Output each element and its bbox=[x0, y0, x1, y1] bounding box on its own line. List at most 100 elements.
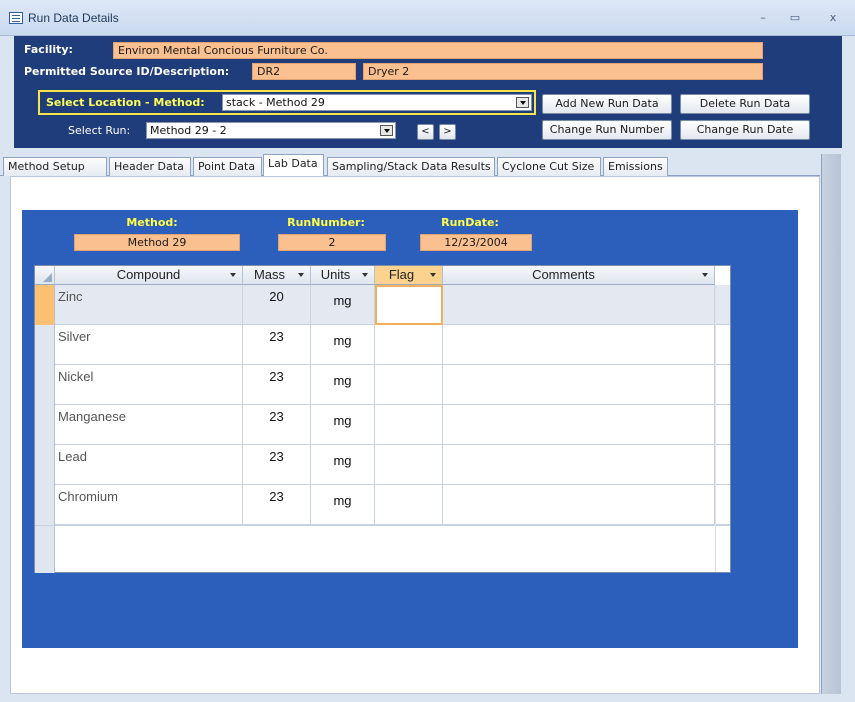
tab-method-setup[interactable]: Method Setup bbox=[3, 157, 107, 176]
form-icon bbox=[9, 12, 23, 24]
flag-cell[interactable] bbox=[375, 485, 443, 525]
next-run-button[interactable]: > bbox=[439, 124, 456, 140]
column-dropdown-icon[interactable] bbox=[430, 273, 436, 277]
mass-cell[interactable]: 23 bbox=[243, 405, 311, 445]
comments-cell[interactable] bbox=[443, 325, 715, 365]
new-record-row[interactable] bbox=[35, 525, 730, 573]
column-dropdown-icon[interactable] bbox=[702, 273, 708, 277]
mass-cell[interactable]: 23 bbox=[243, 445, 311, 485]
comments-cell[interactable] bbox=[443, 285, 715, 325]
method-label: Method: bbox=[126, 216, 178, 229]
record-selector[interactable] bbox=[35, 485, 55, 525]
table-row[interactable]: Chromium 23 mg bbox=[35, 485, 730, 525]
run-number-field[interactable]: 2 bbox=[278, 234, 386, 251]
table-row[interactable]: Zinc 20 mg bbox=[35, 285, 730, 325]
compound-cell[interactable]: Silver bbox=[55, 325, 243, 365]
select-run-combo[interactable]: Method 29 - 2 bbox=[146, 122, 396, 139]
units-cell[interactable]: mg bbox=[311, 405, 375, 445]
change-run-date-button[interactable]: Change Run Date bbox=[680, 120, 810, 140]
source-id-field[interactable]: DR2 bbox=[252, 63, 356, 80]
column-dropdown-icon[interactable] bbox=[298, 273, 304, 277]
compound-cell[interactable]: Lead bbox=[55, 445, 243, 485]
column-header-label: Compound bbox=[116, 267, 181, 282]
column-header-label: Units bbox=[320, 267, 351, 282]
lab-data-datasheet: Compound Mass Units Flag Comments Zinc 2… bbox=[34, 265, 731, 573]
mass-cell[interactable]: 20 bbox=[243, 285, 311, 325]
record-selector[interactable] bbox=[35, 285, 55, 325]
add-new-run-data-button[interactable]: Add New Run Data bbox=[542, 94, 672, 114]
run-date-label: RunDate: bbox=[441, 216, 499, 229]
column-header-units[interactable]: Units bbox=[311, 266, 375, 285]
comments-cell[interactable] bbox=[443, 405, 715, 445]
run-number-label: RunNumber: bbox=[287, 216, 365, 229]
location-method-group: Select Location - Method: stack - Method… bbox=[38, 90, 536, 115]
units-cell[interactable]: mg bbox=[311, 485, 375, 525]
record-selector[interactable] bbox=[35, 445, 55, 485]
tab-sampling-stack-data-results[interactable]: Sampling/Stack Data Results bbox=[327, 157, 495, 176]
compound-cell[interactable]: Nickel bbox=[55, 365, 243, 405]
tab-header-data[interactable]: Header Data bbox=[109, 157, 191, 176]
run-date-field[interactable]: 12/23/2004 bbox=[420, 234, 532, 251]
form-right-scroll-area bbox=[821, 154, 841, 694]
close-button[interactable]: x bbox=[822, 9, 844, 27]
tab-strip: Method Setup Header Data Point Data Lab … bbox=[0, 154, 820, 177]
minimize-button[interactable]: – bbox=[752, 9, 774, 27]
units-cell[interactable]: mg bbox=[311, 285, 375, 325]
comments-cell[interactable] bbox=[443, 485, 715, 525]
previous-run-button[interactable]: < bbox=[417, 124, 434, 140]
record-selector[interactable] bbox=[35, 526, 55, 573]
table-row[interactable]: Nickel 23 mg bbox=[35, 365, 730, 405]
select-run-label: Select Run: bbox=[68, 124, 131, 137]
compound-cell[interactable]: Manganese bbox=[55, 405, 243, 445]
dropdown-arrow-icon[interactable] bbox=[380, 125, 393, 136]
maximize-button[interactable]: ▭ bbox=[784, 9, 806, 27]
units-cell[interactable]: mg bbox=[311, 445, 375, 485]
tab-cyclone-cut-size[interactable]: Cyclone Cut Size bbox=[497, 157, 601, 176]
column-dropdown-icon[interactable] bbox=[230, 273, 236, 277]
tab-lab-data[interactable]: Lab Data bbox=[263, 154, 324, 177]
table-row[interactable]: Lead 23 mg bbox=[35, 445, 730, 485]
window-title-bar: Run Data Details – ▭ x bbox=[0, 0, 855, 36]
column-header-compound[interactable]: Compound bbox=[55, 266, 243, 285]
table-row[interactable]: Silver 23 mg bbox=[35, 325, 730, 365]
mass-cell[interactable]: 23 bbox=[243, 325, 311, 365]
units-cell[interactable]: mg bbox=[311, 325, 375, 365]
column-header-flag[interactable]: Flag bbox=[375, 266, 443, 285]
compound-cell[interactable]: Zinc bbox=[55, 285, 243, 325]
mass-cell[interactable]: 23 bbox=[243, 365, 311, 405]
flag-cell[interactable] bbox=[375, 445, 443, 485]
compound-cell[interactable]: Chromium bbox=[55, 485, 243, 525]
record-selector[interactable] bbox=[35, 325, 55, 365]
tab-emissions[interactable]: Emissions bbox=[603, 157, 668, 176]
location-method-label: Select Location - Method: bbox=[46, 96, 205, 109]
facility-field[interactable]: Environ Mental Concious Furniture Co. bbox=[113, 42, 763, 59]
column-dropdown-icon[interactable] bbox=[362, 273, 368, 277]
record-selector[interactable] bbox=[35, 405, 55, 445]
comments-cell[interactable] bbox=[443, 445, 715, 485]
tab-point-data[interactable]: Point Data bbox=[193, 157, 262, 176]
delete-run-data-button[interactable]: Delete Run Data bbox=[680, 94, 810, 114]
flag-cell[interactable] bbox=[375, 285, 443, 325]
column-header-label: Mass bbox=[253, 267, 286, 282]
dropdown-arrow-icon[interactable] bbox=[516, 97, 529, 108]
mass-cell[interactable]: 23 bbox=[243, 485, 311, 525]
table-row[interactable]: Manganese 23 mg bbox=[35, 405, 730, 445]
window-title: Run Data Details bbox=[28, 11, 119, 25]
column-header-label: Comments bbox=[532, 267, 595, 282]
flag-cell[interactable] bbox=[375, 325, 443, 365]
facility-label: Facility: bbox=[24, 43, 73, 56]
location-method-value: stack - Method 29 bbox=[226, 96, 325, 109]
source-description-field[interactable]: Dryer 2 bbox=[363, 63, 763, 80]
units-cell[interactable]: mg bbox=[311, 365, 375, 405]
grid-divider bbox=[715, 285, 716, 572]
column-header-mass[interactable]: Mass bbox=[243, 266, 311, 285]
change-run-number-button[interactable]: Change Run Number bbox=[542, 120, 672, 140]
flag-cell[interactable] bbox=[375, 365, 443, 405]
flag-cell[interactable] bbox=[375, 405, 443, 445]
record-selector[interactable] bbox=[35, 365, 55, 405]
method-field[interactable]: Method 29 bbox=[74, 234, 240, 251]
column-header-comments[interactable]: Comments bbox=[443, 266, 715, 285]
location-method-combo[interactable]: stack - Method 29 bbox=[222, 94, 532, 111]
select-all-corner[interactable] bbox=[35, 266, 55, 285]
comments-cell[interactable] bbox=[443, 365, 715, 405]
